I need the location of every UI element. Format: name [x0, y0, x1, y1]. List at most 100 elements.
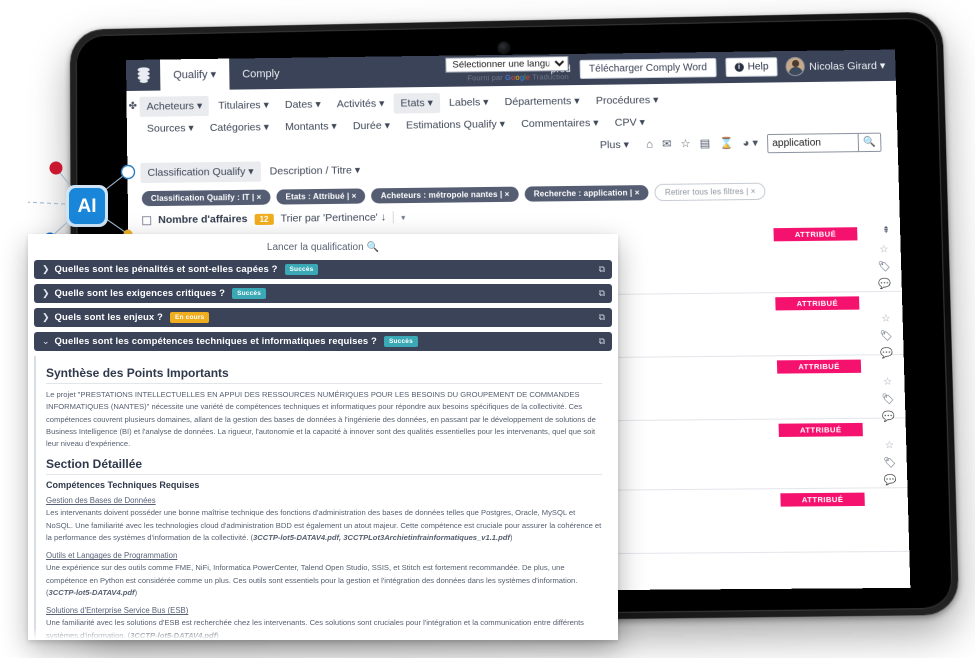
- accordion-enjeux[interactable]: ❯ Quels sont les enjeux ? En cours ⧉: [34, 308, 612, 327]
- filter-menu-activites[interactable]: Activités ▾: [330, 94, 392, 115]
- divider: [393, 211, 394, 223]
- collapse-icon[interactable]: ⇞: [882, 225, 890, 236]
- pin-icon[interactable]: ✤: [129, 101, 138, 112]
- star-icon[interactable]: ☆: [680, 139, 690, 150]
- filter-menu-acheteurs[interactable]: Acheteurs ▾: [139, 96, 209, 117]
- filter-menu-titulaires[interactable]: Titulaires ▾: [211, 95, 276, 116]
- info-icon: i: [734, 63, 743, 72]
- tag-icon[interactable]: 🏷: [883, 458, 896, 468]
- search-icon: 🔍: [367, 242, 379, 253]
- filter-menu-categories[interactable]: Catégories ▾: [203, 117, 277, 138]
- chevron-right-icon: ❯: [42, 288, 50, 299]
- results-count-badge: 12: [254, 213, 273, 224]
- comment-icon[interactable]: 💬: [878, 280, 891, 290]
- nav-tab-qualify[interactable]: Qualify ▾: [160, 59, 229, 91]
- item-heading-outils-langages[interactable]: Outils et Langages de Programmation: [46, 551, 602, 560]
- filter-menu-cpv[interactable]: CPV ▾: [607, 112, 652, 133]
- item-heading-gestion-bdd[interactable]: Gestion des Bases de Données: [46, 496, 602, 505]
- filter-menu-procedures[interactable]: Procédures ▾: [588, 90, 665, 111]
- language-select[interactable]: Sélectionner une langue: [445, 56, 568, 73]
- filter-menu-sources[interactable]: Sources ▾: [140, 118, 201, 139]
- tag-icon[interactable]: 🏷: [878, 262, 891, 272]
- copy-icon[interactable]: ⧉: [599, 288, 605, 299]
- chip-remove-all-filters[interactable]: Retirer tous les filtres | ×: [655, 183, 766, 202]
- file-icon[interactable]: ▤: [700, 138, 711, 149]
- chevron-down-icon[interactable]: ▾: [401, 213, 405, 222]
- competences-title: Compétences Techniques Requises: [46, 480, 602, 490]
- hourglass-icon[interactable]: ⌛: [719, 138, 733, 149]
- chip-classification-qualify[interactable]: Classification Qualify : IT | ×: [142, 190, 271, 207]
- status-badge: ATTRIBUÉ: [780, 493, 864, 507]
- inbox-icon[interactable]: ⌂: [646, 139, 653, 150]
- download-comply-word-button[interactable]: Télécharger Comply Word: [580, 58, 717, 79]
- status-badge: ATTRIBUÉ: [779, 423, 863, 437]
- filter-menu-description-titre[interactable]: Description / Titre ▾: [262, 160, 367, 181]
- help-button[interactable]: i Help: [725, 57, 778, 77]
- avatar: [787, 58, 805, 75]
- accordion-penalites[interactable]: ❯ Quelles sont les pénalités et sont-ell…: [34, 260, 612, 279]
- accordion-exigences-critiques[interactable]: ❯ Quelle sont les exigences critiques ? …: [34, 284, 612, 303]
- row-actions: ☆ 🏷 💬: [881, 378, 895, 423]
- chip-etats[interactable]: Etats : Attribué | ×: [276, 188, 365, 204]
- search-input[interactable]: [768, 133, 858, 151]
- launch-qualification-button[interactable]: Lancer la qualification 🔍: [267, 242, 379, 253]
- item-refs: 3CCTP-lot5-DATAV4.pdf, 3CCTPLot3Archieti…: [253, 533, 510, 542]
- credit-suffix: Traduction: [530, 72, 569, 82]
- content-fade-overlay: [28, 628, 618, 640]
- accordion-competences-techniques[interactable]: ⌄ Quelles sont les compétences technique…: [34, 332, 612, 351]
- filter-menu-commentaires[interactable]: Commentaires ▾: [514, 113, 606, 134]
- tag-icon[interactable]: 🏷: [882, 395, 895, 405]
- filter-menu-dates[interactable]: Dates ▾: [278, 94, 328, 115]
- item-heading-esb[interactable]: Solutions d'Enterprise Service Bus (ESB): [46, 606, 602, 615]
- filter-menu-montants[interactable]: Montants ▾: [278, 116, 344, 137]
- favorite-star-icon[interactable]: ☆: [881, 314, 890, 324]
- search-icon[interactable]: 🔍: [858, 133, 881, 150]
- row-actions: ☆ 🏷 💬: [879, 314, 893, 359]
- chip-recherche[interactable]: Recherche : application | ×: [525, 185, 649, 202]
- copy-icon[interactable]: ⧉: [599, 312, 605, 323]
- item-body-gestion-bdd: Les intervenants doivent posséder une bo…: [46, 507, 602, 544]
- status-badge: ATTRIBUÉ: [777, 360, 861, 374]
- synthese-title: Synthèse des Points Importants: [46, 366, 602, 380]
- google-translate-credit: Fourni par Google Traduction: [446, 72, 569, 83]
- qualification-modal: Lancer la qualification 🔍 ❯ Quelles sont…: [28, 234, 618, 640]
- comment-icon[interactable]: 💬: [884, 476, 897, 486]
- sort-button[interactable]: Trier par 'Pertinence' ↓: [281, 211, 387, 224]
- item-body-outils-langages: Une expérience sur des outils comme FME,…: [46, 562, 602, 599]
- favorite-star-icon[interactable]: ☆: [883, 378, 892, 388]
- divider: [46, 474, 602, 475]
- status-badge: En cours: [170, 312, 209, 323]
- favorite-star-icon[interactable]: ☆: [879, 245, 888, 255]
- filter-menu-row-2: Sources ▾ Catégories ▾ Montants ▾ Durée …: [127, 108, 898, 162]
- filter-menu-departements[interactable]: Départements ▾: [497, 91, 587, 112]
- filter-menu-duree[interactable]: Durée ▾: [346, 116, 398, 137]
- toolbar-actions: Plus ▾ ⌂ ✉ ☆ ▤ ⌛ ◕ ▾ 🔍: [592, 130, 890, 156]
- envelope-icon[interactable]: ✉: [662, 139, 672, 150]
- brand-database-icon[interactable]: [126, 60, 160, 91]
- filter-toolbar: ✤ Acheteurs ▾ Titulaires ▾ Dates ▾ Activ…: [126, 81, 900, 232]
- screenshot-root: Qualify ▾ Comply Sélectionner une langue…: [0, 0, 975, 658]
- filter-menu-labels[interactable]: Labels ▾: [442, 92, 496, 113]
- accordion-content: Synthèse des Points Importants Le projet…: [34, 356, 612, 640]
- filter-menu-classification-qualify[interactable]: Classification Qualify ▾: [140, 162, 260, 184]
- status-badge: ATTRIBUÉ: [773, 227, 857, 241]
- status-badge: Succès: [285, 264, 319, 275]
- row-actions: ☆ 🏷 💬: [877, 245, 891, 290]
- section-detaillee-title: Section Détaillée: [46, 457, 602, 471]
- tag-icon[interactable]: 🏷: [880, 332, 893, 342]
- navbar-right-group: prod Télécharger Comply Word i Help Nico…: [550, 50, 896, 86]
- user-name-label: Nicolas Girard ▾: [809, 59, 885, 72]
- item-refs: 3CCTP-lot5-DATAV4.pdf: [49, 588, 135, 597]
- pie-chart-icon[interactable]: ◕ ▾: [742, 138, 758, 149]
- nav-tab-comply[interactable]: Comply: [229, 58, 293, 90]
- chip-acheteurs[interactable]: Acheteurs : métropole nantes | ×: [371, 187, 518, 204]
- filter-menu-estimations-qualify[interactable]: Estimations Qualify ▾: [399, 114, 512, 136]
- copy-icon[interactable]: ⧉: [599, 264, 605, 275]
- favorite-star-icon[interactable]: ☆: [885, 441, 894, 451]
- user-menu[interactable]: Nicolas Girard ▾: [787, 57, 886, 75]
- copy-icon[interactable]: ⧉: [599, 336, 605, 347]
- item-body-end: ): [510, 533, 513, 542]
- filter-menu-etats[interactable]: Etats ▾: [393, 93, 440, 114]
- item-body-end: ): [135, 588, 138, 597]
- toolbar-plus-menu[interactable]: Plus ▾: [593, 135, 637, 156]
